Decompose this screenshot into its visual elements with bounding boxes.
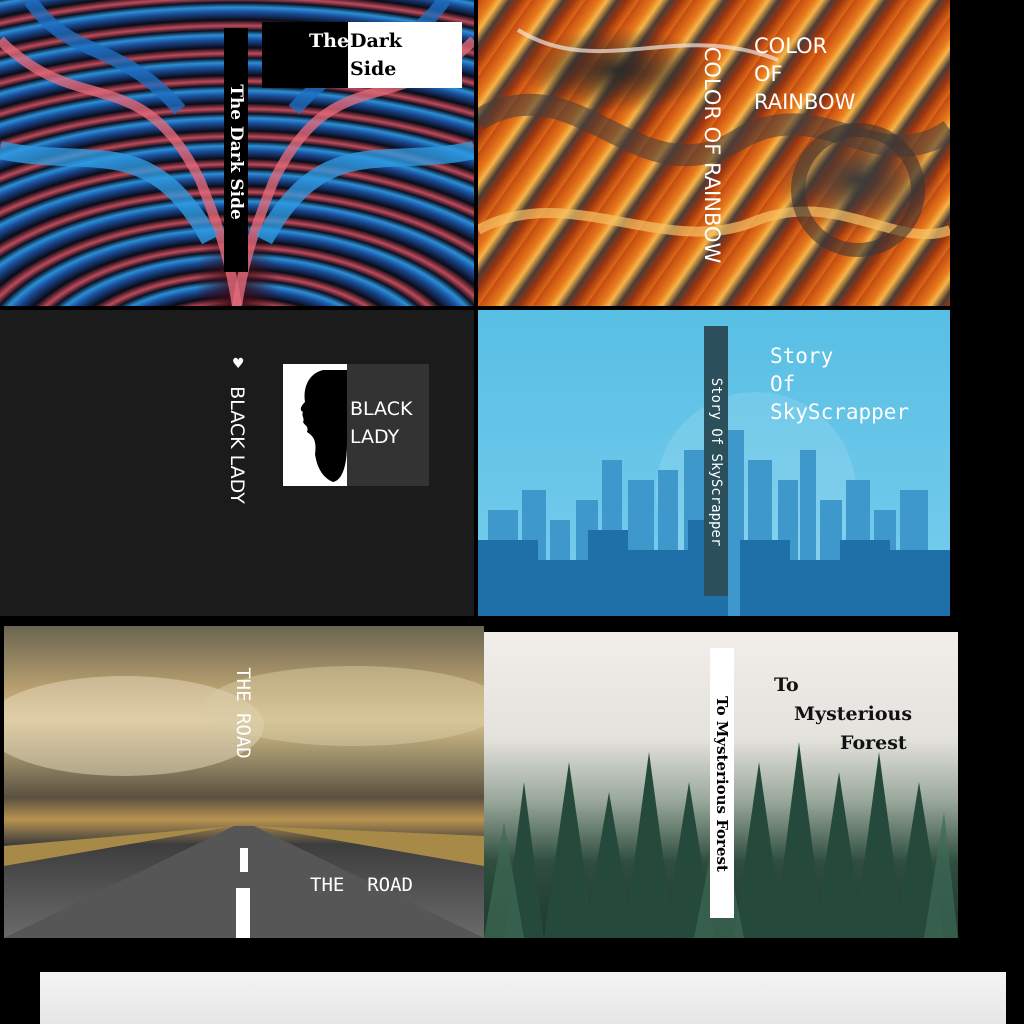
logo-dark-panel xyxy=(347,364,429,486)
spine-title: The Dark Side xyxy=(226,84,246,220)
title: THE ROAD xyxy=(310,874,413,896)
title-line-3: Forest xyxy=(840,732,907,754)
title-word-the: The xyxy=(309,30,350,52)
cover-black-lady[interactable]: ♥ BLACK LADY BLACK LADY xyxy=(0,310,474,616)
title-line-2: Mysterious xyxy=(794,703,913,725)
title-line-2: Of xyxy=(770,372,796,396)
cover-to-mysterious-forest[interactable]: To Mysterious Forest To Mysterious Fores… xyxy=(484,632,958,938)
spine-title: THE ROAD xyxy=(232,667,254,759)
title-line-1: Story xyxy=(770,344,834,368)
cover-the-road[interactable]: THE ROAD THE ROAD xyxy=(4,626,484,938)
title-line-1: BLACK xyxy=(350,398,413,420)
cover-story-of-skyscrapper[interactable]: Story Of SkyScrapper Story Of SkyScrappe… xyxy=(478,310,950,616)
woman-profile-icon xyxy=(300,370,347,482)
spine-title: BLACK LADY xyxy=(226,386,248,504)
title-line-1: COLOR xyxy=(754,34,828,58)
title-line-1: To xyxy=(774,674,799,696)
cover-color-of-rainbow[interactable]: COLOR OF RAINBOW COLOR OF RAINBOW xyxy=(478,0,950,306)
spine-title: COLOR OF RAINBOW xyxy=(700,46,724,264)
title-line-3: RAINBOW xyxy=(754,90,856,114)
title-line-2: LADY xyxy=(350,426,400,448)
title-line-2: OF xyxy=(754,62,783,86)
title-word-side: Side xyxy=(350,58,397,80)
title-word-dark: Dark xyxy=(350,30,402,52)
cover-dark-side[interactable]: The Dark Side The Dark Side xyxy=(0,0,474,306)
bottom-white-panel xyxy=(40,972,1006,1024)
spine-title: Story Of SkyScrapper xyxy=(708,377,724,547)
title-line-3: SkyScrapper xyxy=(770,400,910,424)
spine-title: To Mysterious Forest xyxy=(713,696,731,872)
